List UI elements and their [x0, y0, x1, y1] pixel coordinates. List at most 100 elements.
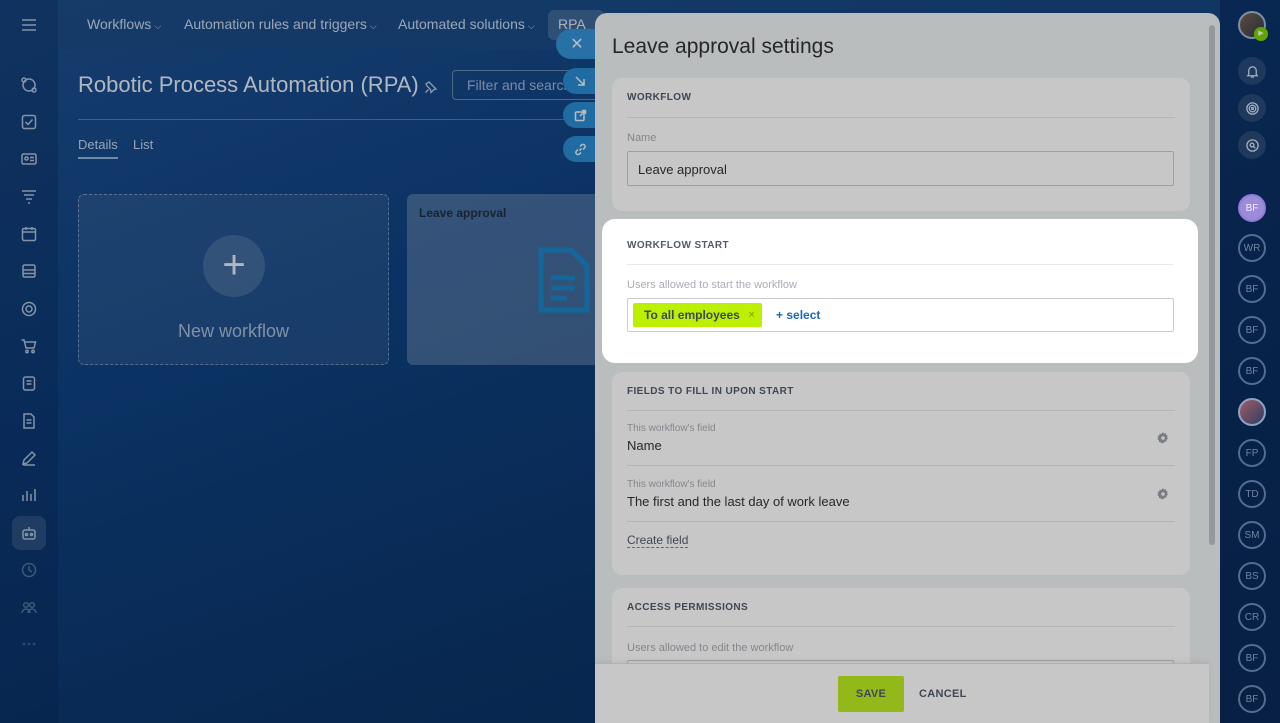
field-row-value: Name — [627, 438, 662, 453]
user-avatar[interactable]: BF — [1238, 275, 1266, 303]
filter-funnel-icon[interactable] — [18, 186, 40, 208]
nav-automated-solutions[interactable]: Automated solutions ⌵ — [398, 16, 535, 32]
user-avatar[interactable]: FP — [1238, 439, 1266, 467]
menu-icon[interactable] — [18, 14, 40, 36]
field-row-label: This workflow's field — [627, 479, 716, 490]
contact-card-icon[interactable] — [18, 148, 40, 170]
calendar-icon[interactable] — [18, 223, 40, 245]
field-row-value: The first and the last day of work leave — [627, 494, 850, 509]
user-avatar[interactable]: BF — [1238, 316, 1266, 344]
slider-footer: SAVE CANCEL — [595, 663, 1209, 723]
drive-icon[interactable] — [18, 260, 40, 282]
section-divider — [627, 626, 1175, 627]
cart-icon[interactable] — [18, 335, 40, 357]
select-users-link[interactable]: + select — [776, 308, 820, 322]
section-divider — [627, 264, 1173, 265]
create-field-link[interactable]: Create field — [627, 533, 689, 548]
arrow-down-right-icon — [574, 75, 585, 86]
user-avatar-photo[interactable] — [1238, 398, 1266, 426]
more-icon[interactable] — [18, 633, 40, 655]
user-avatar[interactable]: SM — [1238, 521, 1266, 549]
open-new-window-button[interactable] — [563, 102, 597, 128]
save-button[interactable]: SAVE — [838, 676, 904, 712]
row-divider — [627, 521, 1175, 522]
tasks-icon[interactable] — [18, 111, 40, 133]
settings-slider: Leave approval settings WORKFLOW Name Le… — [595, 13, 1220, 723]
section-divider — [627, 117, 1175, 118]
chevron-down-icon: ⌵ — [369, 21, 377, 31]
access-section-heading: ACCESS PERMISSIONS — [627, 602, 749, 613]
copy-link-button[interactable] — [563, 136, 597, 162]
nav-workflows[interactable]: Workflows ⌵ — [87, 16, 161, 32]
tab-details[interactable]: Details — [78, 137, 118, 159]
user-avatar[interactable]: BF — [1238, 644, 1266, 672]
user-avatar[interactable]: TD — [1238, 480, 1266, 508]
gear-icon[interactable] — [1157, 431, 1169, 444]
left-sidebar — [0, 0, 58, 723]
plus-icon: + — [203, 235, 265, 297]
workflow-start-section: WORKFLOW START Users allowed to start th… — [605, 222, 1195, 360]
document-icon[interactable] — [18, 410, 40, 432]
field-row-label: This workflow's field — [627, 423, 716, 434]
close-icon: ✕ — [570, 36, 584, 53]
gear-icon[interactable] — [1157, 487, 1169, 500]
start-users-input[interactable]: To all employees × + select — [627, 298, 1174, 332]
new-workflow-label: New workflow — [177, 321, 290, 341]
nav-automation-rules-label: Automation rules and triggers — [184, 16, 367, 32]
workflow-section: WORKFLOW Name Leave approval — [612, 78, 1190, 211]
edit-users-label: Users allowed to edit the workflow — [627, 642, 794, 654]
chip-label: To all employees — [644, 308, 740, 322]
pin-icon[interactable] — [424, 80, 438, 94]
start-users-label: Users allowed to start the workflow — [627, 279, 797, 291]
close-slider-button[interactable]: ✕ — [556, 29, 598, 59]
user-avatar[interactable]: BF — [1238, 357, 1266, 385]
feed-icon[interactable] — [18, 74, 40, 96]
user-avatar[interactable]: BS — [1238, 562, 1266, 590]
minimize-slider-button[interactable] — [563, 68, 597, 94]
analytics-icon[interactable] — [18, 484, 40, 506]
spiral-icon[interactable] — [1238, 94, 1266, 122]
current-user-avatar[interactable]: ▶ — [1238, 11, 1268, 41]
target-icon[interactable] — [18, 298, 40, 320]
title-divider — [78, 119, 598, 120]
user-avatar[interactable]: BF — [1238, 194, 1266, 222]
cancel-button[interactable]: CANCEL — [919, 676, 967, 712]
workflow-section-heading: WORKFLOW — [627, 92, 692, 103]
user-avatar[interactable]: WR — [1238, 234, 1266, 262]
chevron-down-icon: ⌵ — [154, 21, 162, 31]
team-icon[interactable] — [18, 596, 40, 618]
workflow-name-input[interactable]: Leave approval — [627, 151, 1174, 186]
workflow-card-leave-approval[interactable]: Leave approval — [407, 194, 607, 365]
fields-section-heading: FIELDS TO FILL IN UPON START — [627, 386, 794, 397]
nav-automation-rules[interactable]: Automation rules and triggers ⌵ — [184, 16, 377, 32]
link-icon — [574, 143, 586, 155]
notifications-bell-icon[interactable] — [1238, 57, 1266, 85]
page-title: Robotic Process Automation (RPA) — [78, 72, 419, 97]
user-avatar[interactable]: CR — [1238, 603, 1266, 631]
chevron-down-icon: ⌵ — [527, 21, 535, 31]
user-avatar[interactable]: BF — [1238, 685, 1266, 713]
chip-remove-icon[interactable]: × — [748, 303, 754, 327]
new-workflow-card[interactable]: + New workflow — [78, 194, 389, 365]
workflow-name-value: Leave approval — [638, 162, 727, 177]
robot-icon[interactable] — [18, 522, 40, 544]
section-divider — [627, 410, 1175, 411]
workflow-start-heading: WORKFLOW START — [627, 240, 730, 251]
fields-section: FIELDS TO FILL IN UPON START This workfl… — [612, 372, 1190, 575]
tab-list[interactable]: List — [133, 137, 153, 152]
all-employees-chip[interactable]: To all employees × — [633, 303, 762, 327]
chat-search-icon[interactable] — [1238, 131, 1266, 159]
pen-icon[interactable] — [18, 447, 40, 469]
slider-title: Leave approval settings — [612, 35, 834, 58]
clock-icon[interactable] — [18, 559, 40, 581]
play-icon: ▶ — [1254, 27, 1268, 41]
nav-automated-solutions-label: Automated solutions — [398, 16, 525, 32]
workflow-card-title: Leave approval — [419, 206, 507, 220]
scrollbar[interactable] — [1209, 25, 1215, 545]
nav-workflows-label: Workflows — [87, 16, 152, 32]
name-field-label: Name — [627, 132, 657, 144]
row-divider — [627, 465, 1175, 466]
external-link-icon — [574, 109, 586, 121]
document-icon — [535, 246, 591, 314]
bag-icon[interactable] — [18, 372, 40, 394]
